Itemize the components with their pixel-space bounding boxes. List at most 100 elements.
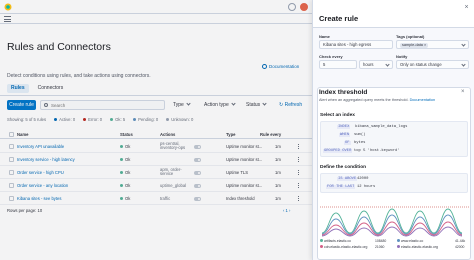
column-name[interactable]: Name [17, 132, 28, 137]
active-count: Active: 0 [54, 117, 75, 124]
rule-enabled-toggle[interactable] [194, 184, 201, 188]
documentation-link-label: Documentation [269, 64, 300, 69]
chevron-down-icon [461, 42, 466, 47]
rule-enabled-toggle[interactable] [194, 158, 201, 162]
legend-value: 41.44k [455, 239, 466, 243]
tab-rules[interactable]: Rules [7, 84, 29, 93]
is-above-value[interactable]: 42000 [357, 177, 368, 181]
grouped-over-keyword[interactable]: GROUPED OVER [323, 149, 353, 153]
index-keyword[interactable]: INDEX [337, 125, 351, 129]
name-label: Name [319, 34, 330, 39]
page-description: Detect conditions using rules, and take … [7, 73, 151, 79]
panel-close-icon[interactable]: × [461, 89, 465, 95]
is-above-keyword[interactable]: IS ABOVE [337, 177, 358, 181]
table-row: Inventory API unavailable Ok ps-central,… [0, 140, 312, 153]
rule-name-link[interactable]: Kibana sites - see bytes [17, 196, 61, 201]
chevron-down-icon [385, 62, 390, 67]
menu-icon[interactable] [4, 16, 11, 22]
unknown-dot-icon [166, 118, 170, 121]
tag-chip[interactable]: sample-data × [400, 43, 429, 48]
row-actions-icon[interactable] [298, 157, 299, 162]
select-all-checkbox[interactable] [9, 132, 14, 137]
rule-enabled-toggle[interactable] [194, 145, 201, 149]
when-value[interactable]: sum() [354, 133, 365, 137]
of-keyword[interactable]: OF [344, 141, 351, 145]
of-value[interactable]: bytes [354, 141, 365, 145]
index-expression-box: INDEX kibana_sample_data_logs WHEN sum()… [320, 121, 468, 157]
rule-status: Ok [120, 144, 130, 149]
tab-connectors[interactable]: Connectors [34, 84, 68, 93]
name-field[interactable]: Kibana sites - high egress [319, 40, 393, 49]
ok-count: Ok: 5 [110, 117, 125, 124]
pending-count: Pending: 0 [133, 117, 158, 124]
column-actions: Actions [160, 132, 176, 137]
action-type-filter-label: Action type [204, 102, 229, 108]
rule-status-label: Ok [125, 144, 131, 149]
when-keyword[interactable]: WHEN [339, 133, 351, 137]
notify-select[interactable]: Only on status change [396, 60, 469, 69]
action-type-filter[interactable]: Action type [204, 100, 236, 110]
column-rule-every[interactable]: Rule every [260, 132, 281, 137]
refresh-button[interactable]: ↻ Refresh [279, 100, 302, 110]
row-actions-icon[interactable] [298, 170, 299, 175]
ok-count-label: Ok: 5 [115, 117, 126, 122]
legend-item: artifacts.elastic.co [320, 239, 351, 243]
rule-status: Ok [120, 196, 130, 201]
condition-expression-box: IS ABOVE 42000 FOR THE LAST 12 hours [320, 173, 468, 193]
row-actions-icon[interactable] [298, 183, 299, 188]
rule-name-link[interactable]: Order service - any location [17, 183, 68, 188]
pending-count-label: Pending: 0 [138, 117, 159, 122]
rule-actions: ps-central, inventory-ops [160, 141, 186, 150]
rule-name-link[interactable]: Inventory API unavailable [17, 144, 64, 149]
tags-combobox[interactable]: sample-data × [396, 40, 469, 49]
panel-title: Index threshold [319, 89, 368, 96]
search-box [40, 100, 165, 110]
rows-per-page-select[interactable]: Rows per page: 10 [7, 208, 42, 213]
refresh-label: Refresh [284, 102, 303, 108]
elastic-logo-icon[interactable] [4, 3, 12, 11]
ok-dot-icon [120, 145, 123, 148]
close-icon[interactable]: × [463, 4, 470, 11]
flyout-title: Create rule [319, 14, 359, 23]
for-the-last-keyword[interactable]: FOR THE LAST [326, 185, 356, 189]
create-rule-button[interactable]: Create rule [7, 100, 36, 110]
tabs-divider [0, 95, 312, 96]
row-checkbox[interactable] [9, 144, 14, 149]
user-avatar[interactable] [300, 3, 308, 11]
notify-label: Notify [396, 54, 408, 59]
legend-value: 42000 [455, 245, 465, 249]
row-checkbox[interactable] [9, 183, 14, 188]
row-checkbox[interactable] [9, 157, 14, 162]
ok-dot-icon [120, 158, 123, 161]
column-status[interactable]: Status [120, 132, 133, 137]
rule-status-label: Ok [125, 183, 131, 188]
index-value[interactable]: kibana_sample_data_logs [355, 125, 407, 129]
row-checkbox[interactable] [9, 196, 14, 201]
row-actions-icon[interactable] [298, 144, 299, 149]
check-every-unit-select[interactable]: hours [359, 60, 393, 69]
type-filter[interactable]: Type [173, 100, 191, 110]
row-checkbox[interactable] [9, 170, 14, 175]
panel-description: Alert when an aggregated query meets the… [319, 98, 435, 102]
row-actions-icon[interactable] [298, 196, 299, 201]
unknown-count: Unknown: 0 [166, 117, 193, 124]
chevron-down-icon [461, 62, 466, 67]
search-input[interactable] [51, 102, 161, 109]
panel-documentation-link[interactable]: Documentation [410, 98, 436, 102]
pagination[interactable]: ‹ 1 › [283, 208, 290, 213]
status-filter[interactable]: Status [246, 100, 267, 110]
rule-enabled-toggle[interactable] [194, 171, 201, 175]
column-type[interactable]: Type [226, 132, 235, 137]
check-every-input[interactable]: 5 [319, 60, 357, 69]
rule-name-link[interactable]: Order service - high CPU [17, 170, 64, 175]
check-every-label: Check every [319, 54, 343, 59]
documentation-link[interactable]: Documentation [262, 64, 299, 69]
error-count: Error: 0 [83, 117, 102, 124]
help-icon[interactable] [288, 3, 296, 11]
grouped-over-value[interactable]: top 5 'host.keyword' [354, 149, 400, 153]
for-the-last-value[interactable]: 12 hours [357, 185, 375, 189]
rule-name-link[interactable]: Inventory service - high latency [17, 157, 75, 162]
breadcrumb-bar [0, 14, 312, 24]
legend-item: elastic-elastic-elastic.org [397, 245, 438, 249]
rule-enabled-toggle[interactable] [194, 197, 201, 201]
